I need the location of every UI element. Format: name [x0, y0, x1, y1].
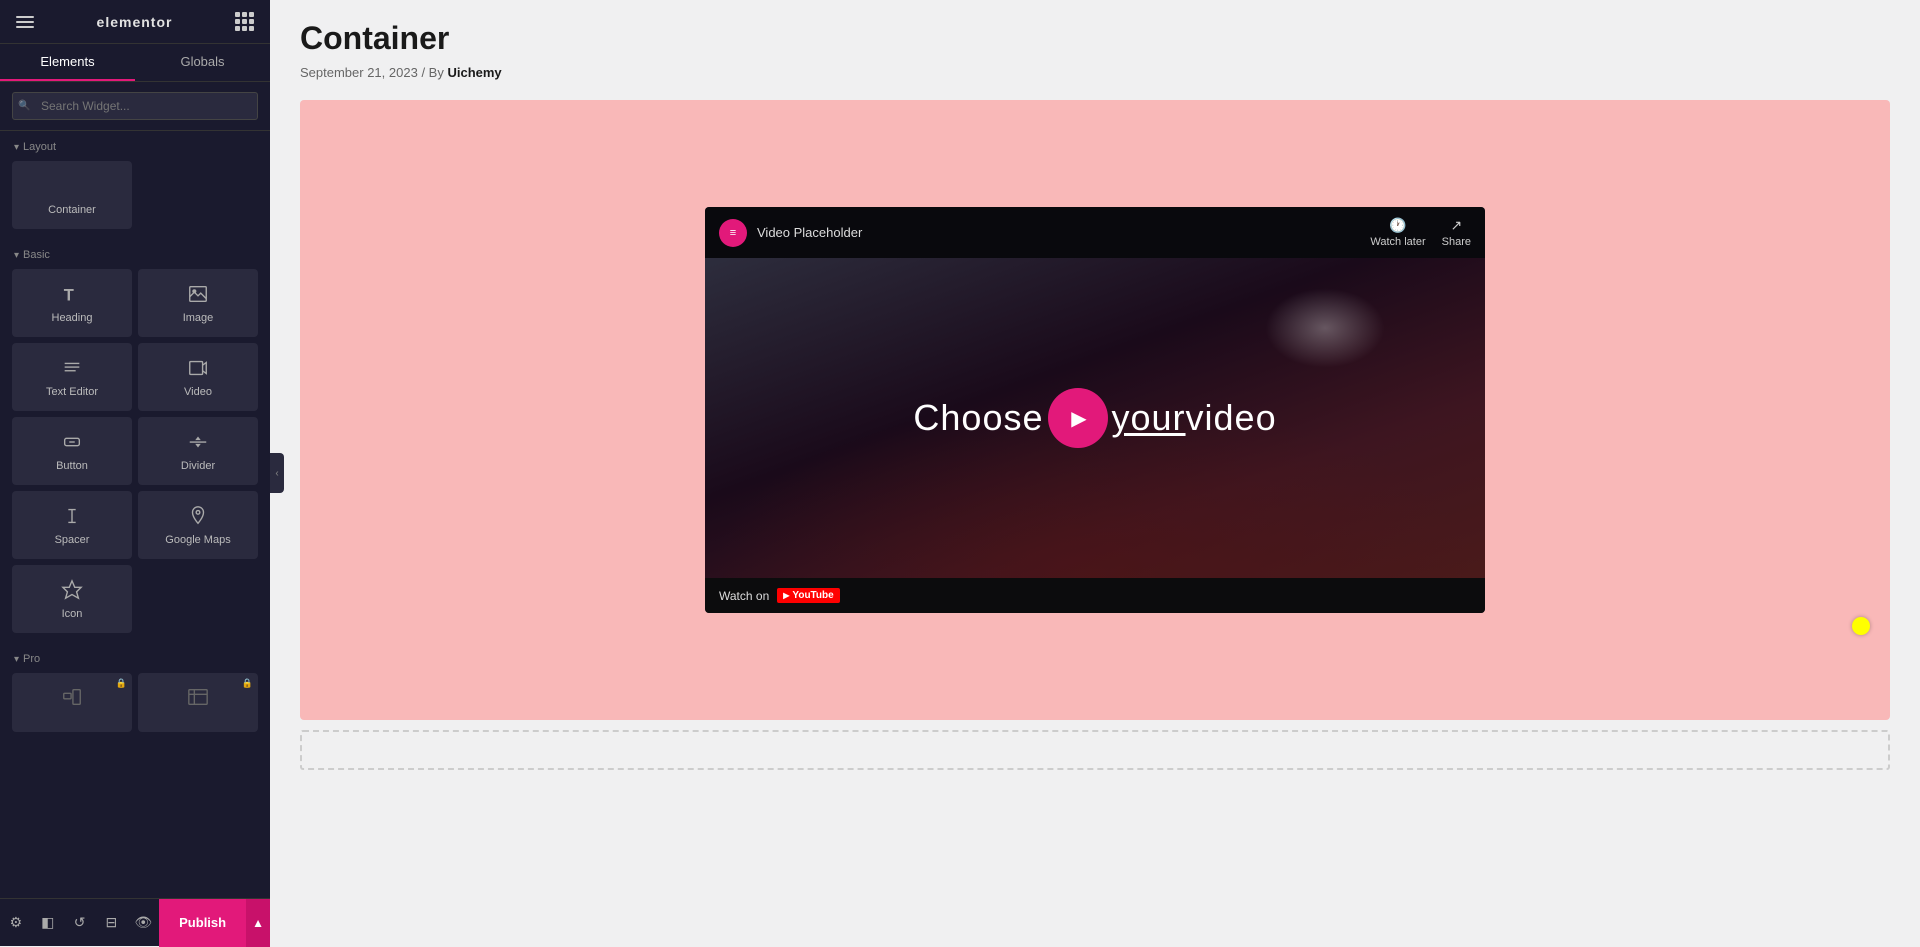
layout-widgets-grid: Container — [0, 157, 270, 239]
watch-later-label: Watch later — [1370, 236, 1425, 248]
search-input[interactable] — [12, 92, 258, 120]
youtube-label: YouTube — [792, 590, 833, 601]
share-label: Share — [1442, 236, 1471, 248]
page-title: Container — [300, 20, 1890, 57]
sidebar-collapse-handle[interactable]: ‹ — [270, 453, 284, 493]
lock-icon-1: 🔒 — [116, 678, 127, 689]
text-editor-icon — [61, 356, 83, 380]
meta-date: September 21, 2023 — [300, 65, 418, 80]
divider-icon — [187, 430, 209, 454]
settings-btn[interactable]: ⚙ — [0, 899, 32, 947]
pro-widget-1-icon — [61, 686, 83, 713]
responsive-btn[interactable]: ⊟ — [95, 899, 127, 947]
pro-widgets-grid: 🔒 🔒 — [0, 669, 270, 742]
widget-heading[interactable]: T Heading — [12, 269, 132, 337]
widget-image[interactable]: Image — [138, 269, 258, 337]
widget-image-label: Image — [183, 312, 214, 324]
play-button[interactable] — [1048, 388, 1108, 448]
meta-separator: / — [421, 65, 428, 80]
watch-on-section: Watch on YouTube — [719, 588, 840, 603]
layers-btn[interactable]: ◧ — [32, 899, 64, 947]
video-widget[interactable]: ≡ Video Placeholder 🕐 Watch later ↗ Shar… — [705, 207, 1485, 613]
grid-menu-icon[interactable] — [235, 12, 254, 31]
sidebar-header: elementor — [0, 0, 270, 44]
widget-container[interactable]: Container — [12, 161, 132, 229]
video-placeholder-text: Video Placeholder — [757, 225, 862, 240]
image-icon — [187, 282, 209, 306]
widget-google-maps[interactable]: Google Maps — [138, 491, 258, 559]
basic-widgets-grid: T Heading Image — [0, 265, 270, 643]
video-bottom-bar: Watch on YouTube — [705, 578, 1485, 613]
widget-pro-2[interactable]: 🔒 — [138, 673, 258, 732]
canvas-area[interactable]: ≡ Video Placeholder 🕐 Watch later ↗ Shar… — [300, 100, 1890, 720]
share-icon: ↗ — [1450, 217, 1462, 234]
widget-spacer[interactable]: Spacer — [12, 491, 132, 559]
tab-globals[interactable]: Globals — [135, 44, 270, 81]
button-icon — [61, 430, 83, 454]
video-top-bar: ≡ Video Placeholder 🕐 Watch later ↗ Shar… — [705, 207, 1485, 258]
publish-button[interactable]: Publish — [159, 899, 246, 947]
elementor-badge: ≡ — [719, 219, 747, 247]
sidebar-tabs: Elements Globals — [0, 44, 270, 82]
widget-icon-label: Icon — [62, 608, 83, 620]
preview-btn[interactable]: 👁 — [127, 899, 159, 947]
video-text-underlined: your — [1112, 397, 1186, 439]
widget-video[interactable]: Video — [138, 343, 258, 411]
spacer-icon — [61, 504, 83, 528]
widget-button[interactable]: Button — [12, 417, 132, 485]
watch-later-btn[interactable]: 🕐 Watch later — [1370, 217, 1425, 248]
widget-divider[interactable]: Divider — [138, 417, 258, 485]
section-basic-title[interactable]: Basic — [0, 239, 270, 265]
heading-icon: T — [61, 282, 83, 306]
share-btn[interactable]: ↗ Share — [1442, 217, 1471, 248]
widget-divider-label: Divider — [181, 460, 215, 472]
sidebar: elementor Elements Globals Layout — [0, 0, 270, 946]
widget-button-label: Button — [56, 460, 88, 472]
icon-icon — [61, 578, 83, 602]
maps-icon — [187, 504, 209, 528]
widget-heading-label: Heading — [52, 312, 93, 324]
widget-text-editor-label: Text Editor — [46, 386, 98, 398]
video-icon — [187, 356, 209, 380]
page-meta: September 21, 2023 / By Uichemy — [300, 65, 1890, 80]
widget-icon[interactable]: Icon — [12, 565, 132, 633]
watch-later-icon: 🕐 — [1389, 217, 1406, 234]
tab-elements[interactable]: Elements — [0, 44, 135, 81]
search-box — [0, 82, 270, 131]
video-top-right: 🕐 Watch later ↗ Share — [1370, 217, 1471, 248]
video-main-area[interactable]: Choose your video — [705, 258, 1485, 578]
widget-container-label: Container — [48, 204, 96, 216]
widget-video-label: Video — [184, 386, 212, 398]
section-layout-title[interactable]: Layout — [0, 131, 270, 157]
lock-icon-2: 🔒 — [242, 678, 253, 689]
bottom-bar: ⚙ ◧ ↺ ⊟ 👁 Publish ▲ — [0, 898, 270, 946]
widget-pro-1[interactable]: 🔒 — [12, 673, 132, 732]
widget-spacer-label: Spacer — [55, 534, 90, 546]
sidebar-scroll: Layout Container Basic T — [0, 131, 270, 946]
video-glare — [1265, 288, 1385, 368]
dashed-placeholder-area[interactable] — [300, 730, 1890, 770]
watch-on-text: Watch on — [719, 589, 769, 603]
svg-text:T: T — [64, 286, 74, 304]
app-logo: elementor — [97, 14, 173, 30]
hamburger-menu[interactable] — [16, 16, 34, 28]
video-top-left: ≡ Video Placeholder — [719, 219, 862, 247]
history-btn[interactable]: ↺ — [64, 899, 96, 947]
video-text-before: Choose — [913, 397, 1043, 439]
widget-text-editor[interactable]: Text Editor — [12, 343, 132, 411]
publish-chevron-button[interactable]: ▲ — [246, 899, 270, 947]
youtube-badge: YouTube — [777, 588, 839, 603]
video-center-content: Choose your video — [913, 388, 1276, 448]
meta-author: Uichemy — [447, 65, 501, 80]
main-content: Container September 21, 2023 / By Uichem… — [270, 0, 1920, 946]
section-pro-title[interactable]: Pro — [0, 643, 270, 669]
video-text-after: video — [1186, 397, 1277, 439]
widget-google-maps-label: Google Maps — [165, 534, 230, 546]
meta-by: By — [429, 65, 444, 80]
pro-widget-2-icon — [187, 686, 209, 713]
